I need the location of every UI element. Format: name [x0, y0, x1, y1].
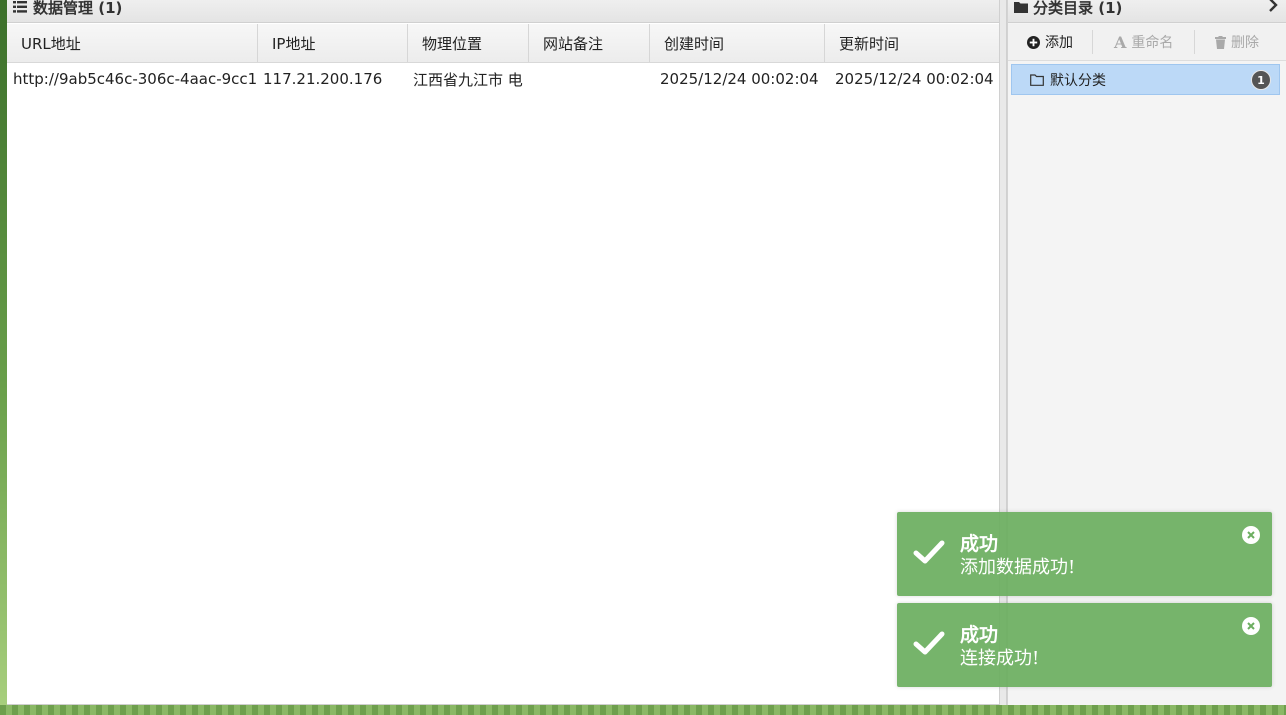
data-panel-header: 数据管理 (1) [7, 0, 999, 23]
plus-circle-icon [1027, 35, 1040, 49]
cell-created: 2025/12/24 00:02:04 [660, 70, 819, 88]
panel-splitter[interactable] [999, 0, 1007, 705]
category-panel-header: 分类目录 (1) [1008, 0, 1286, 23]
font-icon: A [1114, 32, 1127, 52]
data-management-panel: 数据管理 (1) URL地址 IP地址 物理位置 网站备注 创建时间 更新时间 … [7, 0, 1000, 705]
folder-open-icon [1030, 73, 1044, 86]
table-header: URL地址 IP地址 物理位置 网站备注 创建时间 更新时间 [7, 24, 999, 63]
close-icon[interactable] [1242, 526, 1260, 544]
toast-title: 成功 [960, 624, 999, 646]
toast-message: 添加数据成功! [960, 557, 1076, 578]
category-item-label: 默认分类 [1050, 72, 1106, 89]
cell-updated: 2025/12/24 00:02:04 [835, 70, 994, 88]
category-panel-title: 分类目录 (1) [1033, 0, 1123, 17]
add-category-button[interactable]: 添加 [1027, 24, 1073, 60]
category-toolbar: 添加 A 重命名 删除 [1008, 24, 1286, 61]
cell-url: http://9ab5c46c-306c-4aac-9cc1-5 [13, 70, 258, 88]
trash-icon [1215, 35, 1226, 49]
category-item-default[interactable]: 默认分类 1 [1011, 64, 1280, 95]
checkmark-icon [913, 630, 945, 656]
toast-add-success[interactable]: 成功 添加数据成功! [897, 512, 1272, 596]
cell-ip: 117.21.200.176 [263, 70, 383, 88]
column-header-updated[interactable]: 更新时间 [825, 24, 999, 62]
close-icon[interactable] [1242, 617, 1260, 635]
cell-location: 江西省九江市 电 [413, 70, 523, 89]
toast-title: 成功 [960, 533, 999, 555]
checkmark-icon [913, 539, 945, 565]
toolbar-separator [1194, 30, 1195, 54]
rename-category-label: 重命名 [1131, 35, 1174, 51]
folder-icon [1014, 1, 1028, 13]
toolbar-separator [1092, 30, 1093, 54]
column-header-location[interactable]: 物理位置 [408, 24, 529, 62]
data-panel-title: 数据管理 (1) [33, 0, 123, 17]
column-header-created[interactable]: 创建时间 [650, 24, 825, 62]
desktop-background-left [0, 0, 7, 715]
delete-category-button[interactable]: 删除 [1215, 24, 1259, 60]
add-category-label: 添加 [1045, 35, 1073, 51]
toast-connect-success[interactable]: 成功 连接成功! [897, 603, 1272, 687]
category-count-badge: 1 [1251, 70, 1271, 90]
table-row[interactable]: http://9ab5c46c-306c-4aac-9cc1-5 117.21.… [7, 62, 999, 96]
toast-message: 连接成功! [960, 648, 1040, 669]
column-header-ip[interactable]: IP地址 [258, 24, 408, 62]
column-header-url[interactable]: URL地址 [7, 24, 258, 62]
column-header-note[interactable]: 网站备注 [529, 24, 650, 62]
rename-category-button[interactable]: A 重命名 [1114, 24, 1173, 60]
category-panel: 分类目录 (1) 添加 A 重命名 删除 默认分类 1 [1007, 0, 1286, 705]
cell-note [539, 62, 650, 96]
delete-category-label: 删除 [1231, 35, 1259, 51]
chevron-right-icon[interactable] [1268, 0, 1278, 12]
desktop-background-bottom [0, 705, 1286, 715]
list-icon [13, 1, 27, 13]
